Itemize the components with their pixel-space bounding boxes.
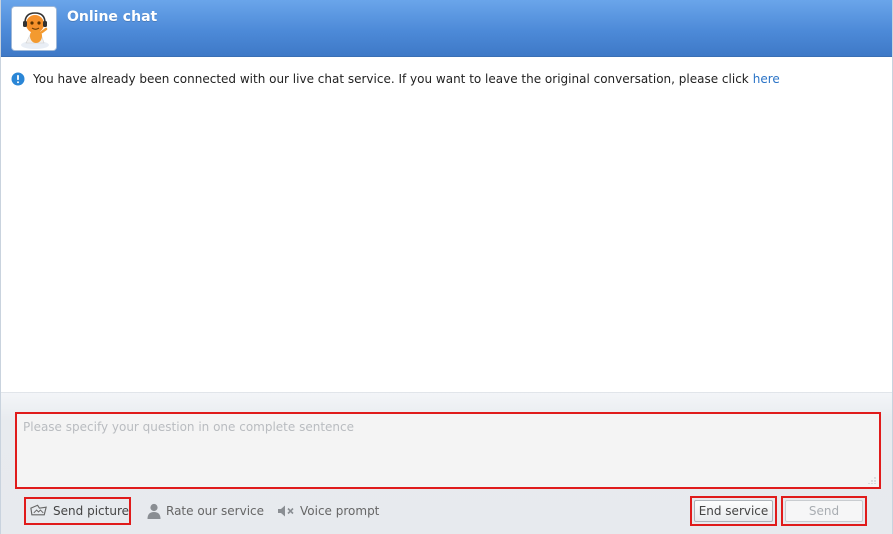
composer-panel: Send picture Rate our service Voice prom… xyxy=(1,392,892,534)
message-input[interactable] xyxy=(23,420,873,481)
notice-text: You have already been connected with our… xyxy=(33,72,749,86)
rate-service-button[interactable]: Rate our service xyxy=(147,497,264,525)
leave-conversation-link[interactable]: here xyxy=(753,72,780,86)
speaker-muted-icon xyxy=(278,505,294,517)
person-icon xyxy=(147,503,161,519)
rate-service-label: Rate our service xyxy=(166,504,265,518)
info-icon xyxy=(11,72,25,86)
voice-prompt-toggle[interactable]: Voice prompt xyxy=(277,497,379,525)
picture-icon xyxy=(30,504,47,516)
end-service-button[interactable]: End service xyxy=(694,500,773,522)
send-picture-button[interactable]: Send picture xyxy=(24,497,131,525)
send-button[interactable]: Send xyxy=(785,500,863,522)
window-title: Online chat xyxy=(67,9,158,25)
support-avatar xyxy=(11,6,57,51)
title-bar: Online chat xyxy=(1,0,892,57)
send-picture-label: Send picture xyxy=(53,504,129,518)
message-input-box xyxy=(15,412,881,489)
voice-prompt-label: Voice prompt xyxy=(300,504,380,518)
chat-message-area xyxy=(1,96,892,392)
connection-notice: You have already been connected with our… xyxy=(11,70,881,88)
chat-window: Online chat You have already been connec… xyxy=(0,0,893,534)
end-service-highlight: End service xyxy=(690,496,777,526)
send-highlight: Send xyxy=(781,496,867,526)
resize-grip-icon[interactable] xyxy=(868,476,876,484)
support-agent-mascot-icon xyxy=(12,7,56,50)
